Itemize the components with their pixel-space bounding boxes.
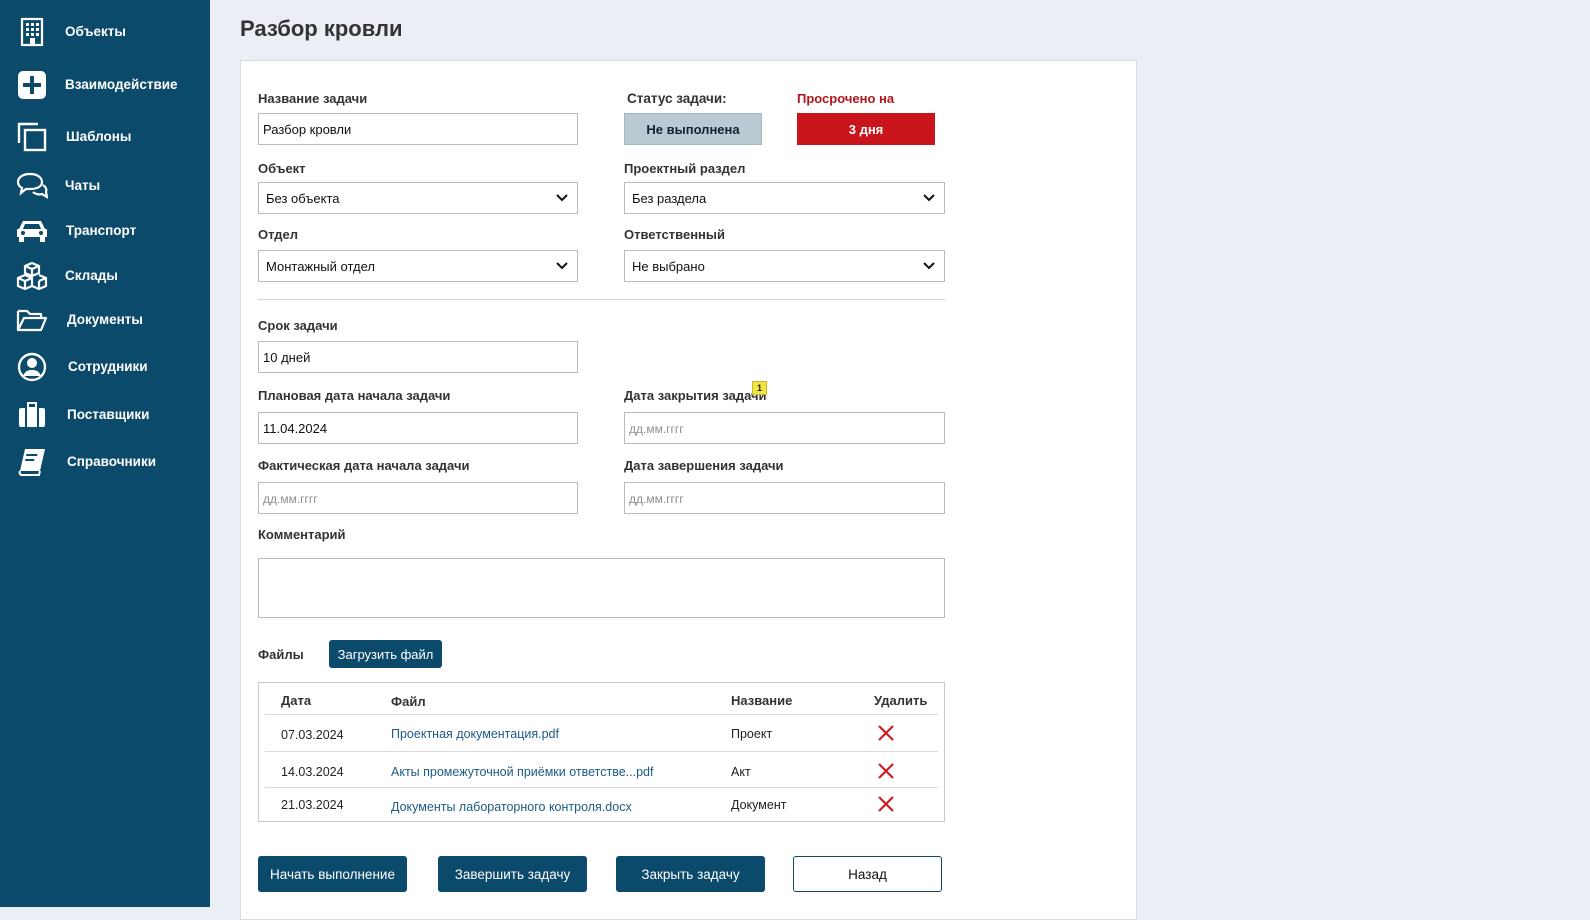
close-date-input[interactable] bbox=[624, 412, 945, 444]
file-name: Акт bbox=[731, 765, 751, 779]
department-select-value: Монтажный отдел bbox=[266, 259, 375, 274]
sidebar-item-chats[interactable]: Чаты bbox=[0, 166, 210, 206]
overdue-badge: 3 дня bbox=[797, 113, 935, 145]
project-section-label: Проектный раздел bbox=[624, 161, 746, 176]
chevron-down-icon bbox=[923, 262, 935, 270]
comment-textarea[interactable] bbox=[258, 558, 945, 618]
sidebar-item-label: Справочники bbox=[67, 454, 157, 469]
file-link[interactable]: Проектная документация.pdf bbox=[391, 727, 559, 741]
sidebar-item-objects[interactable]: Объекты bbox=[0, 12, 210, 52]
sidebar-item-label: Сотрудники bbox=[68, 359, 148, 374]
close-task-button[interactable]: Закрыть задачу bbox=[616, 856, 765, 892]
sidebar: Объекты Взаимодействие Шаблоны Чаты Тран… bbox=[0, 0, 210, 907]
finish-date-label: Дата завершения задачи bbox=[624, 458, 784, 473]
boxes-icon bbox=[16, 260, 48, 292]
planned-start-input[interactable] bbox=[258, 412, 578, 444]
task-name-label: Название задачи bbox=[258, 91, 368, 106]
start-task-button[interactable]: Начать выполнение bbox=[258, 856, 407, 892]
sidebar-item-documents[interactable]: Документы bbox=[0, 300, 210, 340]
sidebar-item-label: Шаблоны bbox=[66, 129, 132, 144]
sidebar-item-warehouses[interactable]: Склады bbox=[0, 256, 210, 296]
delete-x-icon[interactable] bbox=[877, 795, 895, 813]
chevron-down-icon bbox=[556, 194, 568, 202]
sidebar-item-label: Взаимодействие bbox=[65, 77, 178, 92]
sidebar-item-label: Поставщики bbox=[67, 407, 150, 422]
column-header-file: Файл bbox=[391, 694, 426, 709]
notification-badge: 1 bbox=[752, 381, 767, 395]
column-header-date: Дата bbox=[281, 693, 312, 708]
status-badge: Не выполнена bbox=[624, 113, 762, 145]
actual-start-input[interactable] bbox=[258, 482, 578, 514]
complete-task-button[interactable]: Завершить задачу bbox=[438, 856, 587, 892]
overdue-label: Просрочено на bbox=[797, 91, 895, 106]
user-circle-icon bbox=[16, 351, 48, 383]
back-button[interactable]: Назад bbox=[793, 856, 942, 892]
sidebar-item-templates[interactable]: Шаблоны bbox=[0, 117, 210, 157]
sidebar-item-interaction[interactable]: Взаимодействие bbox=[0, 65, 210, 105]
briefcase-icon bbox=[16, 399, 48, 431]
planned-start-label: Плановая дата начала задачи bbox=[258, 388, 451, 403]
file-name: Проект bbox=[731, 727, 773, 741]
sidebar-item-label: Чаты bbox=[65, 178, 101, 193]
sidebar-item-label: Транспорт bbox=[66, 223, 137, 238]
table-row: 14.03.2024 Акты промежуточной приёмки от… bbox=[265, 751, 938, 789]
copy-icon bbox=[16, 121, 48, 153]
sidebar-item-references[interactable]: Справочники bbox=[0, 442, 210, 482]
sidebar-item-label: Документы bbox=[67, 312, 143, 327]
folder-icon bbox=[16, 304, 48, 336]
close-date-label: Дата закрытия задачи bbox=[624, 388, 767, 403]
file-name: Документ bbox=[731, 798, 787, 812]
section-divider bbox=[258, 299, 945, 300]
file-link[interactable]: Документы лабораторного контроля.docx bbox=[391, 800, 632, 814]
finish-date-input[interactable] bbox=[624, 482, 945, 514]
page-title: Разбор кровли bbox=[240, 16, 403, 41]
delete-x-icon[interactable] bbox=[877, 762, 895, 780]
project-section-select-value: Без раздела bbox=[632, 191, 707, 206]
chevron-down-icon bbox=[556, 262, 568, 270]
chevron-down-icon bbox=[923, 194, 935, 202]
upload-file-button[interactable]: Загрузить файл bbox=[329, 640, 442, 668]
table-row: 21.03.2024 Документы лабораторного контр… bbox=[265, 787, 938, 821]
column-header-name: Название bbox=[731, 693, 793, 708]
building-icon bbox=[16, 16, 48, 48]
deadline-label: Срок задачи bbox=[258, 318, 338, 333]
table-row: 07.03.2024 Проектная документация.pdf Пр… bbox=[265, 714, 938, 752]
status-label: Статус задачи: bbox=[627, 91, 727, 106]
plus-square-icon bbox=[16, 69, 48, 101]
sidebar-item-label: Склады bbox=[65, 268, 118, 283]
deadline-input[interactable] bbox=[258, 341, 578, 373]
sidebar-item-suppliers[interactable]: Поставщики bbox=[0, 395, 210, 435]
responsible-label: Ответственный bbox=[624, 227, 725, 242]
file-date: 21.03.2024 bbox=[281, 798, 344, 812]
object-label: Объект bbox=[258, 161, 306, 176]
delete-x-icon[interactable] bbox=[877, 724, 895, 742]
file-date: 14.03.2024 bbox=[281, 765, 344, 779]
sidebar-item-employees[interactable]: Сотрудники bbox=[0, 347, 210, 387]
comment-label: Комментарий bbox=[258, 527, 346, 542]
task-name-input[interactable] bbox=[258, 113, 578, 145]
actual-start-label: Фактическая дата начала задачи bbox=[258, 458, 470, 473]
file-date: 07.03.2024 bbox=[281, 728, 344, 742]
responsible-select-value: Не выбрано bbox=[632, 259, 705, 274]
object-select[interactable]: Без объекта bbox=[258, 182, 578, 214]
sidebar-item-transport[interactable]: Транспорт bbox=[0, 211, 210, 251]
files-table: Дата Файл Название Удалить 07.03.2024 Пр… bbox=[258, 682, 945, 822]
files-label: Файлы bbox=[258, 647, 304, 662]
department-select[interactable]: Монтажный отдел bbox=[258, 250, 578, 282]
sidebar-item-label: Объекты bbox=[65, 24, 126, 39]
file-link[interactable]: Акты промежуточной приёмки ответстве...p… bbox=[391, 765, 653, 779]
column-header-delete: Удалить bbox=[874, 693, 928, 708]
project-section-select[interactable]: Без раздела bbox=[624, 182, 945, 214]
department-label: Отдел bbox=[258, 227, 299, 242]
object-select-value: Без объекта bbox=[266, 191, 340, 206]
book-icon bbox=[16, 446, 48, 478]
responsible-select[interactable]: Не выбрано bbox=[624, 250, 945, 282]
car-icon bbox=[16, 215, 48, 247]
chat-bubbles-icon bbox=[16, 170, 48, 202]
